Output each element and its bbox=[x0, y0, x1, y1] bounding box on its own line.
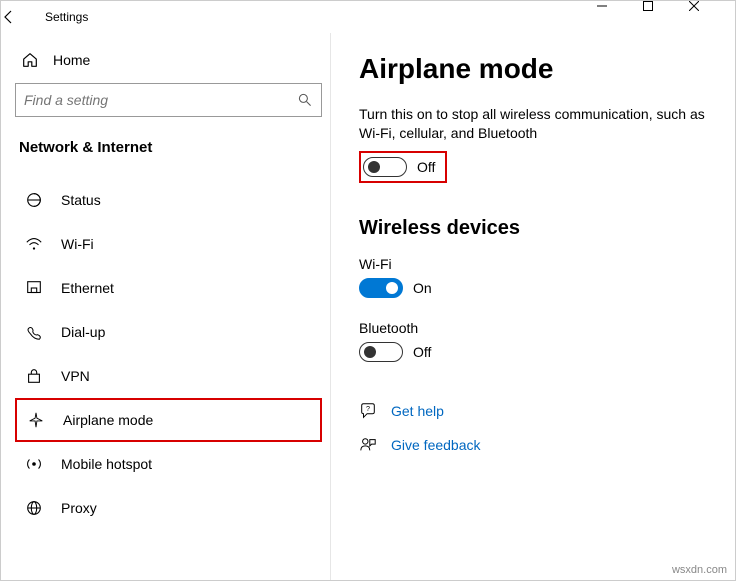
sidebar-item-airplane[interactable]: Airplane mode bbox=[15, 398, 322, 442]
airplane-toggle-row: Off bbox=[359, 151, 447, 183]
section-heading: Network & Internet bbox=[15, 139, 322, 156]
sidebar-item-label: Proxy bbox=[61, 500, 97, 516]
get-help-label: Get help bbox=[391, 403, 444, 419]
get-help-link[interactable]: ? Get help bbox=[359, 402, 707, 420]
give-feedback-label: Give feedback bbox=[391, 437, 481, 453]
sidebar-item-label: VPN bbox=[61, 368, 90, 384]
page-title: Airplane mode bbox=[359, 53, 707, 85]
window-title: Settings bbox=[41, 10, 597, 24]
dialup-icon bbox=[25, 323, 43, 341]
svg-text:?: ? bbox=[366, 404, 370, 413]
search-input[interactable] bbox=[24, 92, 297, 108]
proxy-icon bbox=[25, 499, 43, 517]
sidebar-item-wifi[interactable]: Wi-Fi bbox=[15, 222, 322, 266]
watermark: wsxdn.com bbox=[672, 564, 727, 576]
wifi-label: Wi-Fi bbox=[359, 256, 707, 272]
airplane-icon bbox=[27, 411, 45, 429]
sidebar-item-label: Dial-up bbox=[61, 324, 105, 340]
airplane-toggle-state: Off bbox=[417, 159, 435, 175]
bluetooth-label: Bluetooth bbox=[359, 320, 707, 336]
sidebar-item-ethernet[interactable]: Ethernet bbox=[15, 266, 322, 310]
titlebar: Settings bbox=[1, 1, 735, 33]
give-feedback-link[interactable]: Give feedback bbox=[359, 436, 707, 454]
home-label: Home bbox=[53, 52, 90, 68]
main-content: Airplane mode Turn this on to stop all w… bbox=[331, 33, 735, 580]
hotspot-icon bbox=[25, 455, 43, 473]
sidebar: Home Network & Internet Status Wi-Fi Eth… bbox=[1, 33, 331, 580]
minimize-button[interactable] bbox=[597, 1, 643, 33]
close-button[interactable] bbox=[689, 1, 735, 33]
airplane-toggle[interactable] bbox=[363, 157, 407, 177]
vpn-icon bbox=[25, 367, 43, 385]
sidebar-item-status[interactable]: Status bbox=[15, 178, 322, 222]
sidebar-item-label: Status bbox=[61, 192, 101, 208]
wifi-icon bbox=[25, 235, 43, 253]
wifi-toggle[interactable] bbox=[359, 278, 403, 298]
search-box[interactable] bbox=[15, 83, 322, 117]
sidebar-item-label: Mobile hotspot bbox=[61, 456, 152, 472]
bluetooth-toggle-state: Off bbox=[413, 344, 431, 360]
back-button[interactable] bbox=[1, 9, 41, 25]
window-controls bbox=[597, 1, 735, 33]
sidebar-item-label: Ethernet bbox=[61, 280, 114, 296]
sidebar-item-label: Airplane mode bbox=[63, 412, 153, 428]
sidebar-item-hotspot[interactable]: Mobile hotspot bbox=[15, 442, 322, 486]
ethernet-icon bbox=[25, 279, 43, 297]
wifi-toggle-state: On bbox=[413, 280, 432, 296]
page-description: Turn this on to stop all wireless commun… bbox=[359, 105, 707, 143]
maximize-button[interactable] bbox=[643, 1, 689, 33]
feedback-icon bbox=[359, 436, 377, 454]
home-nav[interactable]: Home bbox=[15, 43, 322, 83]
sidebar-item-vpn[interactable]: VPN bbox=[15, 354, 322, 398]
sidebar-item-proxy[interactable]: Proxy bbox=[15, 486, 322, 530]
help-icon: ? bbox=[359, 402, 377, 420]
wireless-heading: Wireless devices bbox=[359, 217, 707, 240]
status-icon bbox=[25, 191, 43, 209]
search-icon bbox=[297, 92, 313, 108]
bluetooth-toggle[interactable] bbox=[359, 342, 403, 362]
home-icon bbox=[21, 51, 39, 69]
sidebar-item-label: Wi-Fi bbox=[61, 236, 94, 252]
sidebar-item-dialup[interactable]: Dial-up bbox=[15, 310, 322, 354]
